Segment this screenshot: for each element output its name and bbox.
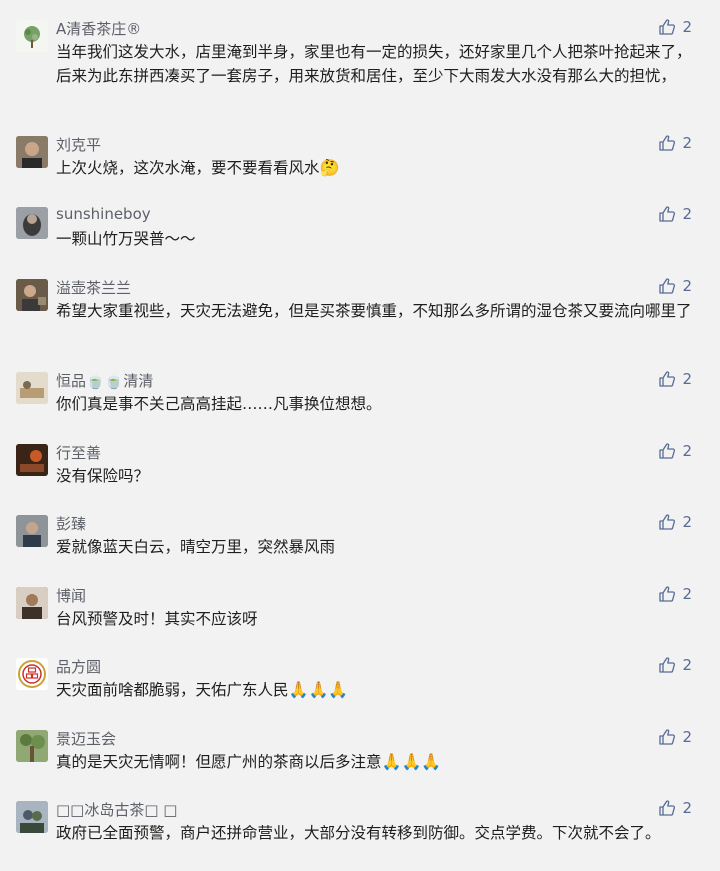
comment-author[interactable]: 行至善 xyxy=(56,442,101,463)
like-count: 2 xyxy=(682,370,692,388)
comment-text: 爱就像蓝天白云，晴空万里，突然暴风雨 xyxy=(56,535,692,559)
comment-text: 真的是天灾无情啊！但愿广州的茶商以后多注意🙏🙏🙏 xyxy=(56,750,692,774)
comment-author[interactable]: □□冰岛古茶□ □ xyxy=(56,799,177,820)
comment-item: 景迈玉会 真的是天灾无情啊！但愿广州的茶商以后多注意🙏🙏🙏 2 xyxy=(0,728,720,771)
like-count: 2 xyxy=(682,134,692,152)
comment-author[interactable]: sunshineboy xyxy=(56,205,151,223)
like-count: 2 xyxy=(682,656,692,674)
comment-author[interactable]: 品方圆 xyxy=(56,656,101,677)
comment-text-body: 没有保险吗？ xyxy=(56,467,150,485)
comment-text: 一颗山竹万哭普～～ xyxy=(56,227,692,251)
comment-text-body: 一颗山竹万哭普～～ xyxy=(56,230,196,248)
praying-hands-emoji: 🙏🙏🙏 xyxy=(288,680,349,699)
thumbs-up-icon xyxy=(658,799,676,817)
thumbs-up-icon xyxy=(658,205,676,223)
comment-text: 政府已全面预警，商户还拼命营业，大部分没有转移到防御。交点学费。下次就不会了。 xyxy=(56,821,692,845)
avatar[interactable] xyxy=(16,136,48,168)
like-button[interactable]: 2 xyxy=(658,728,692,746)
avatar[interactable] xyxy=(16,658,48,690)
like-button[interactable]: 2 xyxy=(658,513,692,531)
like-button[interactable]: 2 xyxy=(658,134,692,152)
comment-item: 博闻 台风预警及时！其实不应该呀 2 xyxy=(0,585,720,628)
like-count: 2 xyxy=(682,585,692,603)
comment-text: 上次火烧，这次水淹，要不要看看风水🤔 xyxy=(56,156,692,180)
avatar[interactable] xyxy=(16,515,48,547)
thumbs-up-icon xyxy=(658,585,676,603)
comment-author[interactable]: 景迈玉会 xyxy=(56,728,116,749)
thinking-emoji: 🤔 xyxy=(319,158,340,177)
like-count: 2 xyxy=(682,18,692,36)
thumbs-up-icon xyxy=(658,277,676,295)
like-button[interactable]: 2 xyxy=(658,277,692,295)
like-count: 2 xyxy=(682,513,692,531)
comment-text: 台风预警及时！其实不应该呀 xyxy=(56,607,692,631)
comment-item: 行至善 没有保险吗？ 2 xyxy=(0,442,720,485)
comment-text: 没有保险吗？ xyxy=(56,464,692,488)
avatar[interactable] xyxy=(16,20,48,52)
comment-author[interactable]: A清香茶庄® xyxy=(56,18,141,39)
comment-text-body: 天灾面前啥都脆弱，天佑广东人民 xyxy=(56,681,289,699)
comment-text-body: 你们真是事不关己高高挂起……凡事换位想想。 xyxy=(56,395,382,413)
thumbs-up-icon xyxy=(658,370,676,388)
thumbs-up-icon xyxy=(658,18,676,36)
comment-item: 品方圆 天灾面前啥都脆弱，天佑广东人民🙏🙏🙏 2 xyxy=(0,656,720,699)
thumbs-up-icon xyxy=(658,442,676,460)
avatar[interactable] xyxy=(16,587,48,619)
comment-item: □□冰岛古茶□ □ 政府已全面预警，商户还拼命营业，大部分没有转移到防御。交点学… xyxy=(0,799,720,865)
like-button[interactable]: 2 xyxy=(658,370,692,388)
like-button[interactable]: 2 xyxy=(658,799,692,817)
avatar[interactable] xyxy=(16,444,48,476)
comment-author[interactable]: 恒品🍵🍵清清 xyxy=(56,370,153,391)
like-button[interactable]: 2 xyxy=(658,442,692,460)
avatar[interactable] xyxy=(16,207,48,239)
comment-text-body: 台风预警及时！其实不应该呀 xyxy=(56,610,258,628)
like-button[interactable]: 2 xyxy=(658,205,692,223)
comment-author[interactable]: 溢壶茶兰兰 xyxy=(56,277,131,298)
like-count: 2 xyxy=(682,799,692,817)
praying-hands-emoji: 🙏🙏🙏 xyxy=(381,752,442,771)
comment-author[interactable]: 彭臻 xyxy=(56,513,86,534)
like-button[interactable]: 2 xyxy=(658,585,692,603)
comment-item: 刘克平 上次火烧，这次水淹，要不要看看风水🤔 2 xyxy=(0,134,720,177)
comment-text-body: 当年我们这发大水，店里淹到半身，家里也有一定的损失，还好家里几个人把茶叶抢起来了… xyxy=(56,43,692,85)
comment-text: 你们真是事不关己高高挂起……凡事换位想想。 xyxy=(56,392,692,416)
comment-item: sunshineboy 一颗山竹万哭普～～ 2 xyxy=(0,205,720,248)
like-count: 2 xyxy=(682,205,692,223)
avatar[interactable] xyxy=(16,801,48,833)
like-count: 2 xyxy=(682,728,692,746)
comment-text: 当年我们这发大水，店里淹到半身，家里也有一定的损失，还好家里几个人把茶叶抢起来了… xyxy=(56,40,692,88)
comment-author[interactable]: 刘克平 xyxy=(56,134,101,155)
thumbs-up-icon xyxy=(658,656,676,674)
thumbs-up-icon xyxy=(658,513,676,531)
comment-text-body: 希望大家重视些，天灾无法避免，但是买茶要慎重，不知那么多所谓的湿仓茶又要流向哪里… xyxy=(56,302,692,320)
comment-text: 天灾面前啥都脆弱，天佑广东人民🙏🙏🙏 xyxy=(56,678,692,702)
comment-text-body: 政府已全面预警，商户还拼命营业，大部分没有转移到防御。交点学费。下次就不会了。 xyxy=(56,824,661,842)
thumbs-up-icon xyxy=(658,728,676,746)
like-count: 2 xyxy=(682,277,692,295)
avatar[interactable] xyxy=(16,279,48,311)
comment-author[interactable]: 博闻 xyxy=(56,585,86,606)
comment-list: A清香茶庄® 当年我们这发大水，店里淹到半身，家里也有一定的损失，还好家里几个人… xyxy=(0,0,720,871)
comment-text-body: 爱就像蓝天白云，晴空万里，突然暴风雨 xyxy=(56,538,336,556)
comment-text-body: 真的是天灾无情啊！但愿广州的茶商以后多注意 xyxy=(56,753,382,771)
comment-item: 彭臻 爱就像蓝天白云，晴空万里，突然暴风雨 2 xyxy=(0,513,720,556)
comment-item: 溢壶茶兰兰 希望大家重视些，天灾无法避免，但是买茶要慎重，不知那么多所谓的湿仓茶… xyxy=(0,277,720,343)
thumbs-up-icon xyxy=(658,134,676,152)
like-button[interactable]: 2 xyxy=(658,18,692,36)
comment-text-body: 上次火烧，这次水淹，要不要看看风水 xyxy=(56,159,320,177)
avatar[interactable] xyxy=(16,372,48,404)
comment-text: 希望大家重视些，天灾无法避免，但是买茶要慎重，不知那么多所谓的湿仓茶又要流向哪里… xyxy=(56,299,692,323)
like-count: 2 xyxy=(682,442,692,460)
comment-item: A清香茶庄® 当年我们这发大水，店里淹到半身，家里也有一定的损失，还好家里几个人… xyxy=(0,18,720,100)
like-button[interactable]: 2 xyxy=(658,656,692,674)
avatar[interactable] xyxy=(16,730,48,762)
comment-item: 恒品🍵🍵清清 你们真是事不关己高高挂起……凡事换位想想。 2 xyxy=(0,370,720,413)
